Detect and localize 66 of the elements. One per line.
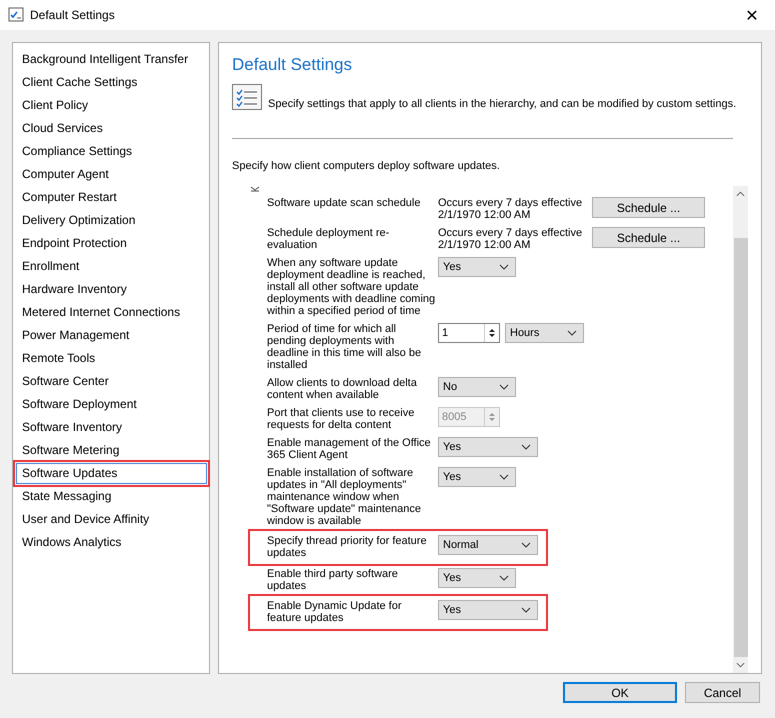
sidebar-item[interactable]: Compliance Settings: [16, 141, 207, 162]
sidebar-item[interactable]: Enrollment: [16, 256, 207, 277]
collapse-icon[interactable]: [250, 186, 260, 192]
setting-label: Software update scan schedule: [267, 197, 422, 211]
sidebar-item[interactable]: Computer Agent: [16, 164, 207, 185]
schedule-button[interactable]: Schedule ...: [592, 197, 705, 218]
ok-button[interactable]: OK: [563, 682, 677, 703]
sidebar-item[interactable]: Cloud Services: [16, 118, 207, 139]
cancel-button[interactable]: Cancel: [685, 682, 760, 703]
sidebar-item[interactable]: Software Metering: [16, 440, 207, 461]
dropdown[interactable]: Yes: [438, 257, 516, 277]
setting-label: Schedule deployment re-evaluation: [267, 227, 390, 251]
description-text: Specify settings that apply to all clients in the hierarchy, and can be modified by custom settings.: [268, 98, 736, 110]
schedule-button[interactable]: Schedule ...: [592, 227, 705, 248]
setting-label: Enable management of the Office 365 Client Agent: [267, 437, 432, 461]
dropdown[interactable]: Yes: [438, 467, 516, 487]
setting-label: Enable third party software updates: [267, 568, 399, 592]
sidebar-item[interactable]: Computer Restart: [16, 187, 207, 208]
chevron-down-icon: [521, 607, 531, 613]
sidebar-item[interactable]: Client Cache Settings: [16, 72, 207, 93]
window-title: Default Settings: [30, 8, 116, 22]
chevron-down-icon: [499, 474, 509, 480]
dropdown[interactable]: Yes: [438, 600, 538, 620]
spin-box[interactable]: 1: [438, 323, 500, 343]
scroll-down-icon[interactable]: [736, 662, 745, 668]
chevron-down-icon: [499, 264, 509, 270]
sidebar-item[interactable]: Software Updates: [16, 463, 207, 484]
dropdown[interactable]: Normal: [438, 535, 538, 555]
scrollbar[interactable]: [733, 186, 748, 673]
panel-title: Default Settings: [232, 55, 354, 75]
setting-label: When any software update deployment deadline is reached, install all other software update deployments with deadline coming within a specified period of time: [267, 257, 436, 317]
sidebar-item[interactable]: Delivery Optimization: [16, 210, 207, 231]
chevron-down-icon: [499, 575, 509, 581]
sidebar-item[interactable]: User and Device Affinity: [16, 509, 207, 530]
sidebar-item[interactable]: Windows Analytics: [16, 532, 207, 553]
sidebar-item[interactable]: Client Policy: [16, 95, 207, 116]
setting-label: Port that clients use to receive requests for delta content: [267, 407, 416, 431]
chevron-down-icon: [499, 384, 509, 390]
sidebar-item[interactable]: Power Management: [16, 325, 207, 346]
sidebar-item[interactable]: Software Inventory: [16, 417, 207, 438]
dropdown[interactable]: Hours: [505, 323, 584, 343]
sidebar-item[interactable]: Remote Tools: [16, 348, 207, 369]
intro-text: Specify how client computers deploy software updates.: [232, 160, 501, 172]
sidebar-item[interactable]: Software Deployment: [16, 394, 207, 415]
sidebar-item[interactable]: State Messaging: [16, 486, 207, 507]
checklist-icon: [232, 84, 262, 110]
setting-label: Enable installation of software updates in "All deployments" maintenance window when "Software update" maintenance window is available: [267, 467, 422, 527]
dropdown[interactable]: No: [438, 377, 516, 397]
sidebar-item[interactable]: Background Intelligent Transfer: [16, 49, 207, 70]
setting-label: Enable Dynamic Update for feature updates: [267, 600, 403, 624]
schedule-text: Occurs every 7 days effective 2/1/1970 12:00 AM: [438, 227, 584, 251]
setting-label: Period of time for which all pending deployments with deadline in this time will also be installed: [267, 323, 422, 371]
chevron-down-icon: [521, 444, 531, 450]
schedule-text: Occurs every 7 days effective 2/1/1970 12:00 AM: [438, 197, 584, 221]
sidebar-item[interactable]: Hardware Inventory: [16, 279, 207, 300]
setting-label: Allow clients to download delta content when available: [267, 377, 418, 401]
checklist-icon: [8, 7, 24, 23]
chevron-down-icon: [567, 330, 577, 336]
sidebar-item[interactable]: Endpoint Protection: [16, 233, 207, 254]
sidebar-item[interactable]: Software Center: [16, 371, 207, 392]
dropdown[interactable]: Yes: [438, 568, 516, 588]
chevron-down-icon: [521, 542, 531, 548]
scroll-up-icon[interactable]: [736, 191, 745, 197]
sidebar-item[interactable]: Metered Internet Connections: [16, 302, 207, 323]
setting-label: Specify thread priority for feature updates: [267, 535, 428, 559]
dropdown[interactable]: Yes: [438, 437, 538, 457]
